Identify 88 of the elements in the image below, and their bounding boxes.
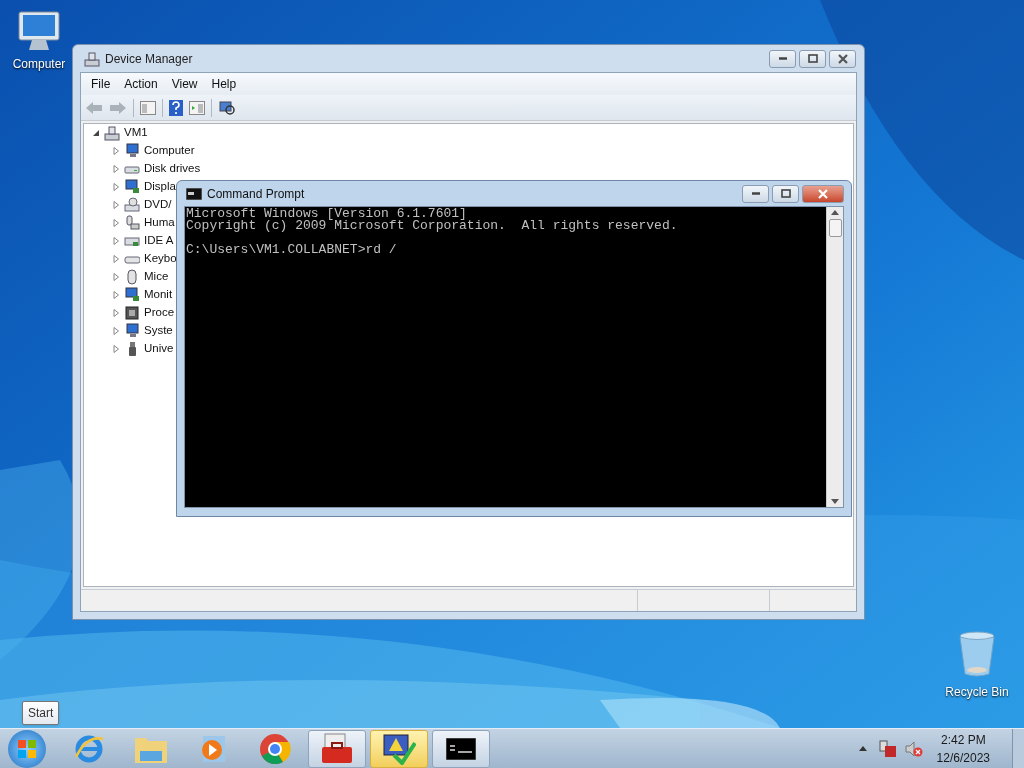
maximize-button[interactable] (799, 49, 826, 68)
chrome-icon (259, 732, 291, 765)
minimize-button[interactable] (742, 184, 769, 203)
close-icon (818, 188, 828, 199)
maximize-button[interactable] (772, 184, 799, 203)
chip-device-icon (124, 305, 140, 321)
mouse-device-icon (124, 269, 140, 285)
scrollbar[interactable] (826, 207, 843, 507)
tree-item[interactable]: Unive (144, 340, 174, 358)
expand-arrow-icon[interactable] (112, 183, 120, 191)
start-button[interactable] (8, 729, 46, 768)
taskbar-button[interactable] (370, 729, 428, 768)
console-line: Microsoft Windows [Version 6.1.7601] (186, 208, 467, 220)
forward-arrow-icon[interactable] (109, 100, 127, 115)
show-desktop-button[interactable] (1012, 728, 1024, 768)
taskbar-button[interactable] (308, 729, 366, 768)
expand-arrow-icon[interactable] (112, 219, 120, 227)
window-title: Command Prompt (207, 185, 306, 203)
expand-arrow-icon[interactable] (112, 291, 120, 299)
network-error-icon[interactable] (878, 739, 897, 758)
maximize-icon (780, 189, 791, 198)
scrollbar-thumb[interactable] (828, 219, 842, 237)
maximize-icon (807, 54, 818, 63)
menu-item[interactable]: File (85, 75, 117, 93)
hid-device-icon (124, 215, 140, 231)
console-line: Copyright (c) 2009 Microsoft Corporation. All rights reserved. (186, 220, 678, 232)
expand-arrow-icon[interactable] (112, 345, 120, 353)
expand-arrow-icon[interactable] (112, 309, 120, 317)
expand-arrow-icon[interactable] (112, 255, 120, 263)
tree-item[interactable]: IDE A (144, 232, 174, 250)
close-button[interactable] (802, 184, 844, 203)
desktop-icon-label[interactable]: Computer (12, 55, 66, 73)
collapse-arrow-icon[interactable] (92, 129, 100, 137)
console-icon (186, 187, 202, 200)
display-device-icon (124, 179, 140, 195)
media-player-icon (199, 733, 227, 764)
menu-item[interactable]: Action (118, 75, 164, 93)
monitor-warning-icon (382, 732, 416, 765)
tree-item[interactable]: Monit (144, 286, 173, 304)
scroll-down-arrow-icon[interactable] (831, 499, 839, 504)
computer-icon (16, 10, 62, 52)
back-arrow-icon[interactable] (85, 100, 103, 115)
expand-arrow-icon[interactable] (112, 273, 120, 281)
taskbar-button[interactable] (432, 729, 490, 768)
help-icon[interactable] (169, 99, 183, 116)
expand-arrow-icon[interactable] (112, 147, 120, 155)
toolbox-icon (320, 732, 354, 765)
tree-item[interactable]: Computer (144, 142, 195, 160)
panel-icon[interactable] (140, 100, 156, 115)
close-icon (837, 53, 848, 64)
expand-arrow-icon[interactable] (112, 201, 120, 209)
menu-item[interactable]: Help (205, 75, 243, 93)
clock-time[interactable]: 2:42 PM (940, 730, 986, 749)
scroll-up-arrow-icon[interactable] (831, 210, 839, 215)
minimize-icon (751, 192, 760, 195)
menu-item[interactable]: View (165, 75, 204, 93)
window-title: Device Manager (105, 50, 194, 68)
tooltip: Start (22, 701, 60, 725)
windows-logo-icon (17, 738, 37, 759)
display-device-icon (124, 287, 140, 303)
tree-item[interactable]: Proce (144, 304, 175, 322)
device-manager-icon (104, 125, 120, 141)
tree-item[interactable]: VM1 (124, 124, 148, 142)
dvd-device-icon (124, 197, 140, 213)
console-prompt[interactable]: C:\Users\VM1.COLLABNET>rd / (186, 244, 397, 256)
close-button[interactable] (829, 49, 856, 68)
device-manager-icon (84, 50, 100, 67)
computer-device-icon (124, 143, 140, 159)
expand-arrow-icon[interactable] (112, 165, 120, 173)
trash-bin-icon (957, 630, 997, 678)
console-icon (446, 737, 476, 760)
tree-item[interactable]: Mice (144, 268, 169, 286)
computer-device-icon (124, 323, 140, 339)
show-hidden-icons-icon[interactable] (858, 746, 867, 751)
scan-hardware-icon[interactable] (218, 99, 236, 116)
minimize-button[interactable] (769, 49, 796, 68)
tree-item[interactable]: Disk drives (144, 160, 201, 178)
tree-item[interactable]: Keybo (144, 250, 177, 268)
expand-arrow-icon[interactable] (112, 327, 120, 335)
clock-date[interactable]: 12/6/2023 (936, 748, 990, 767)
tree-item[interactable]: Syste (144, 322, 173, 340)
tree-item[interactable]: Displa (144, 178, 176, 196)
tree-item[interactable]: Huma (144, 214, 175, 232)
speaker-muted-icon[interactable] (904, 739, 923, 758)
minimize-icon (778, 57, 787, 60)
panel-icon[interactable] (189, 100, 205, 115)
tree-item[interactable]: DVD/ (144, 196, 172, 214)
expand-arrow-icon[interactable] (112, 237, 120, 245)
